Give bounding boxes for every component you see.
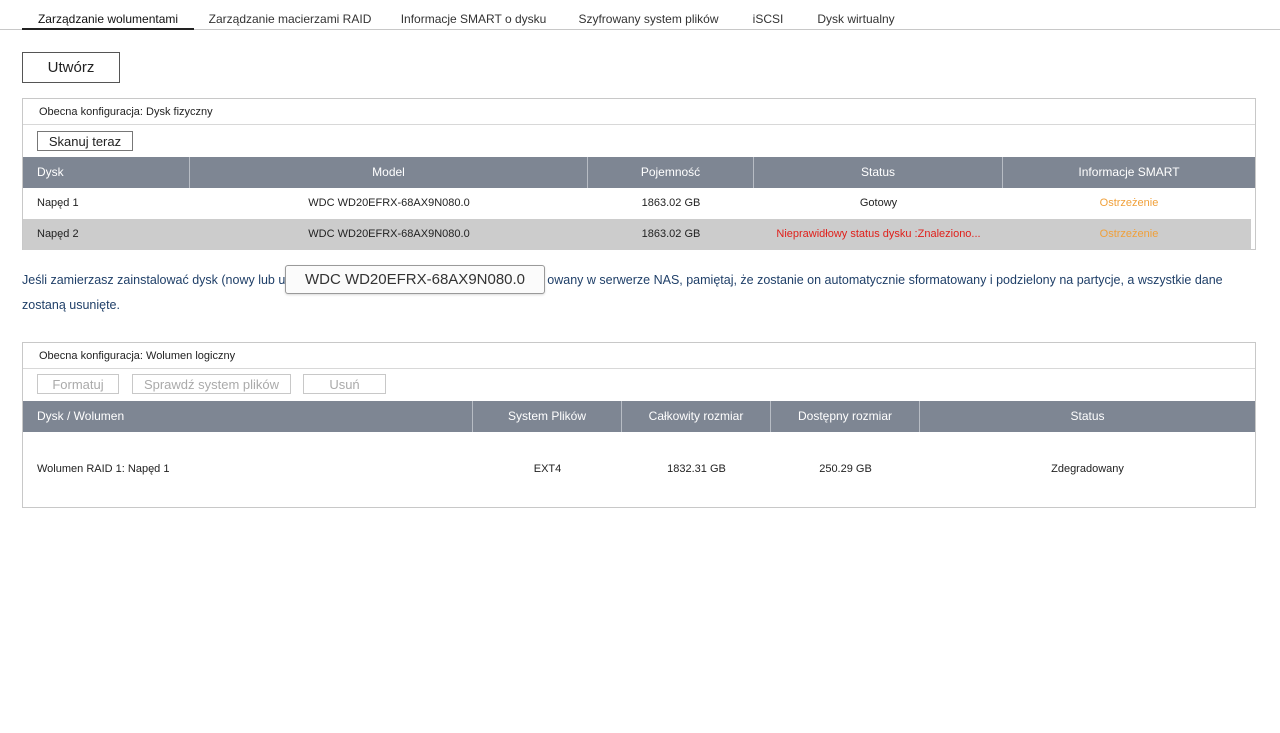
disk-model: WDC WD20EFRX-68AX9N080.0 xyxy=(308,228,470,240)
check-filesystem-button[interactable]: Sprawdź system plików xyxy=(132,374,291,394)
notice-line1-start: Jeśli zamierzasz zainstalować dysk (nowy… xyxy=(22,273,286,287)
disk-name: Napęd 1 xyxy=(37,197,79,209)
col-volume-status[interactable]: Status xyxy=(920,401,1255,432)
notice-line2: zostaną usunięte. xyxy=(22,298,120,312)
volume-free: 250.29 GB xyxy=(819,463,872,475)
scan-now-button[interactable]: Skanuj teraz xyxy=(37,131,133,151)
logical-table-header: Dysk / Wolumen System Plików Całkowity r… xyxy=(23,401,1255,432)
tab-bar: Zarządzanie wolumentami Zarządzanie maci… xyxy=(0,0,1280,30)
col-status[interactable]: Status xyxy=(754,157,1003,188)
notice-line1-end: owany w serwerze NAS, pamiętaj, że zosta… xyxy=(547,273,1223,287)
tab-smart-info[interactable]: Informacje SMART o dysku xyxy=(396,12,551,30)
volume-filesystem: EXT4 xyxy=(533,463,562,475)
disk-install-notice: Jeśli zamierzasz zainstalować dysk (nowy… xyxy=(22,268,1252,318)
disk-status: Gotowy xyxy=(859,197,898,209)
tab-iscsi[interactable]: iSCSI xyxy=(746,12,790,30)
disk-name: Napęd 2 xyxy=(37,228,79,240)
smart-warning-link[interactable]: Ostrzeżenie xyxy=(1003,188,1255,219)
tab-encrypted-fs[interactable]: Szyfrowany system plików xyxy=(572,12,725,30)
disk-model: WDC WD20EFRX-68AX9N080.0 xyxy=(308,197,470,209)
table-row[interactable]: Wolumen RAID 1: Napęd 1 EXT4 1832.31 GB … xyxy=(23,432,1255,507)
col-model[interactable]: Model xyxy=(190,157,588,188)
col-smart[interactable]: Informacje SMART xyxy=(1003,157,1255,188)
tab-virtual-disk[interactable]: Dysk wirtualny xyxy=(811,12,901,30)
col-free-size[interactable]: Dostępny rozmiar xyxy=(771,401,920,432)
physical-table-header: Dysk Model Pojemność Status Informacje S… xyxy=(23,157,1255,188)
physical-disk-panel: Obecna konfiguracja: Dysk fizyczny Skanu… xyxy=(22,98,1256,250)
table-row[interactable]: Napęd 2 WDC WD20EFRX-68AX9N080.0 1863.02… xyxy=(23,219,1251,250)
model-tooltip: WDC WD20EFRX-68AX9N080.0 xyxy=(285,265,545,294)
logical-panel-title: Obecna konfiguracja: Wolumen logiczny xyxy=(23,343,1255,369)
col-capacity[interactable]: Pojemność xyxy=(588,157,754,188)
disk-capacity: 1863.02 GB xyxy=(641,228,701,240)
logical-volume-panel: Obecna konfiguracja: Wolumen logiczny Fo… xyxy=(22,342,1256,508)
disk-status-error: Nieprawidłowy status dysku :Znaleziono..… xyxy=(776,228,981,240)
disk-capacity: 1863.02 GB xyxy=(641,197,701,209)
col-volume[interactable]: Dysk / Wolumen xyxy=(23,401,473,432)
volume-total: 1832.31 GB xyxy=(667,463,726,475)
tab-volume-management[interactable]: Zarządzanie wolumentami xyxy=(22,12,194,30)
col-disk[interactable]: Dysk xyxy=(23,157,190,188)
format-button[interactable]: Formatuj xyxy=(37,374,119,394)
tab-raid-management[interactable]: Zarządzanie macierzami RAID xyxy=(205,12,375,30)
volume-status: Zdegradowany xyxy=(1051,463,1124,475)
col-filesystem[interactable]: System Plików xyxy=(473,401,622,432)
delete-button[interactable]: Usuń xyxy=(303,374,386,394)
logical-toolbar: Formatuj Sprawdź system plików Usuń xyxy=(23,369,1255,401)
physical-panel-title: Obecna konfiguracja: Dysk fizyczny xyxy=(23,99,1255,125)
col-total-size[interactable]: Całkowity rozmiar xyxy=(622,401,771,432)
physical-toolbar: Skanuj teraz xyxy=(23,125,1255,157)
create-button[interactable]: Utwórz xyxy=(22,52,120,83)
volume-name: Wolumen RAID 1: Napęd 1 xyxy=(37,463,170,475)
smart-warning-link[interactable]: Ostrzeżenie xyxy=(1003,219,1255,250)
table-row[interactable]: Napęd 1 WDC WD20EFRX-68AX9N080.0 1863.02… xyxy=(23,188,1255,219)
